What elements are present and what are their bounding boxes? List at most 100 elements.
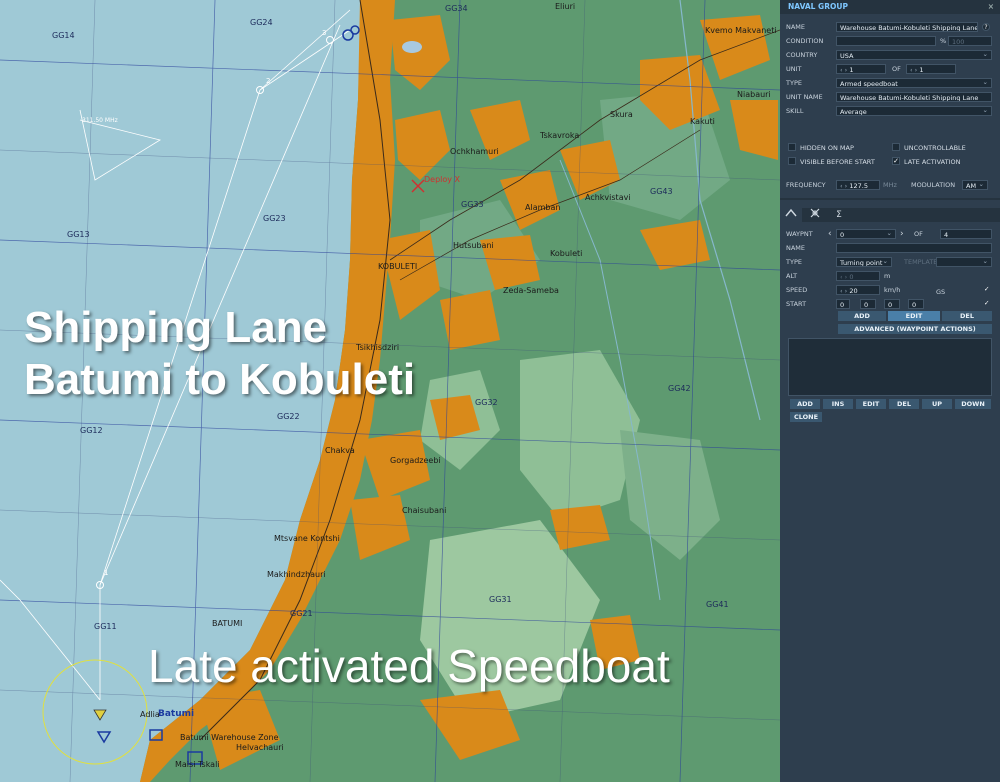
start-lock-checkbox[interactable]: ✓: [984, 299, 989, 307]
frequency-input[interactable]: ‹ › 127.5: [836, 180, 880, 190]
grid-label: GG32: [475, 398, 498, 407]
unit-total-stepper[interactable]: ‹ › 1: [906, 64, 956, 74]
deploy-marker-label[interactable]: Deploy X: [424, 175, 460, 184]
list-clone-button[interactable]: CLONE: [790, 412, 822, 422]
waypoint-number[interactable]: 3: [322, 29, 326, 37]
condition-input[interactable]: 100: [948, 36, 992, 46]
wp-add-button[interactable]: ADD: [838, 311, 886, 321]
list-edit-button[interactable]: EDIT: [856, 399, 886, 409]
town-label: Kobuleti: [550, 249, 583, 258]
start-second-input[interactable]: 0: [908, 299, 924, 309]
town-label: BATUMI: [212, 619, 243, 628]
unit-name-input[interactable]: Warehouse Batumi-Kobuleti Shipping Lane: [836, 92, 992, 102]
town-label: Batumi Warehouse Zone: [180, 733, 279, 742]
waypoint-number[interactable]: 2: [266, 77, 270, 85]
alt-value: 0: [849, 273, 854, 281]
town-label: Niabauri: [737, 90, 771, 99]
country-select[interactable]: USA: [836, 50, 992, 60]
tab-summary[interactable]: Σ: [828, 208, 850, 222]
wp-del-button[interactable]: DEL: [942, 311, 992, 321]
grid-label: GG34: [445, 4, 468, 13]
grid-label: GG31: [489, 595, 512, 604]
unit-total-value: 1: [919, 66, 924, 74]
hidden-on-map-label: HIDDEN ON MAP: [800, 144, 854, 152]
alt-input[interactable]: ‹ › 0: [836, 271, 880, 281]
divider: [780, 198, 1000, 200]
grid-label: GG21: [290, 609, 313, 618]
list-ins-button[interactable]: INS: [823, 399, 853, 409]
town-label: Tskavroka: [540, 131, 580, 140]
town-label: Ochkhamuri: [450, 147, 499, 156]
town-label: Hutsubani: [453, 241, 494, 250]
wp-type-select[interactable]: Turning point: [836, 257, 892, 267]
type-label: TYPE: [786, 79, 802, 87]
list-up-button[interactable]: UP: [922, 399, 952, 409]
frequency-value: 127.5: [849, 182, 868, 190]
town-label: Skura: [610, 110, 633, 119]
gs-label: GS: [936, 288, 946, 296]
modulation-label: MODULATION: [911, 181, 956, 189]
town-label: Zeda-Sameba: [503, 286, 559, 295]
country-label: COUNTRY: [786, 51, 818, 59]
speed-input[interactable]: ‹ › 20: [836, 285, 880, 295]
overlay-title-line1: Shipping Lane: [24, 303, 328, 352]
overlay-title-line2: Batumi to Kobuleti: [24, 355, 416, 404]
next-waypoint-icon[interactable]: ›: [900, 229, 904, 239]
uncontrollable-label: UNCONTROLLABLE: [904, 144, 966, 152]
template-select[interactable]: [936, 257, 992, 267]
speed-lock-checkbox[interactable]: ✓: [984, 285, 989, 293]
unit-type-select[interactable]: Armed speedboat: [836, 78, 992, 88]
town-label: Maisi Tskali: [175, 760, 220, 769]
late-activation-label: LATE ACTIVATION: [904, 158, 961, 166]
group-name-input[interactable]: Warehouse Batumi-Kobuleti Shipping Lane: [836, 22, 978, 32]
waypoint-select[interactable]: 0: [836, 229, 896, 239]
wp-edit-button[interactable]: EDIT: [888, 311, 940, 321]
wp-name-input[interactable]: [836, 243, 992, 253]
town-label: Chaisubani: [402, 506, 447, 515]
tab-route[interactable]: [780, 208, 802, 222]
hidden-on-map-checkbox[interactable]: [788, 143, 796, 151]
start-label: START: [786, 300, 807, 308]
unit-stepper[interactable]: ‹ › 1: [836, 64, 886, 74]
advanced-waypoint-actions-button[interactable]: ADVANCED (WAYPOINT ACTIONS): [838, 324, 992, 334]
waypoint-total: 4: [940, 229, 992, 239]
skill-select[interactable]: Average: [836, 106, 992, 116]
town-label: Kvemo Makvaneti: [705, 26, 777, 35]
condition-percent-label: %: [940, 37, 947, 45]
list-down-button[interactable]: DOWN: [955, 399, 991, 409]
prev-waypoint-icon[interactable]: ‹: [828, 229, 832, 239]
start-day-input[interactable]: 0: [836, 299, 850, 309]
start-hour-input[interactable]: 0: [860, 299, 876, 309]
panel-tabs: Σ: [780, 208, 1000, 222]
frequency-map-label: 311.50 MHz: [82, 117, 118, 124]
close-icon[interactable]: ×: [988, 0, 994, 14]
modulation-select[interactable]: AM: [962, 180, 988, 190]
late-activation-checkbox[interactable]: ✓: [892, 157, 900, 165]
help-icon[interactable]: ?: [982, 23, 990, 31]
speed-value: 20: [849, 287, 858, 295]
list-add-button[interactable]: ADD: [790, 399, 820, 409]
town-label: Adlia: [140, 710, 160, 719]
template-label: TEMPLATE: [904, 258, 938, 266]
overlay-caption: Late activated Speedboat: [148, 640, 670, 692]
grid-label: GG12: [80, 426, 103, 435]
unit-name-label: UNIT NAME: [786, 93, 823, 101]
route-icon: [785, 208, 797, 217]
naval-group-panel: NAVAL GROUP × NAME Warehouse Batumi-Kobu…: [780, 0, 1000, 782]
waypoint-number[interactable]: 1: [104, 569, 108, 577]
wp-type-label: TYPE: [786, 258, 802, 266]
waypoint-of-label: OF: [914, 230, 923, 238]
condition-label: CONDITION: [786, 37, 824, 45]
mission-map[interactable]: GG14 GG24 GG34 GG13 GG23 GG33 GG43 GG12 …: [0, 0, 780, 782]
actions-list[interactable]: [788, 338, 992, 396]
uncontrollable-checkbox[interactable]: [892, 143, 900, 151]
alt-unit: m: [884, 272, 891, 280]
start-minute-input[interactable]: 0: [884, 299, 900, 309]
grid-label: GG14: [52, 31, 75, 40]
targets-icon: [810, 208, 820, 218]
condition-slider[interactable]: [836, 36, 936, 46]
tab-targets[interactable]: [804, 208, 826, 222]
grid-label: GG43: [650, 187, 673, 196]
visible-before-start-checkbox[interactable]: [788, 157, 796, 165]
list-del-button[interactable]: DEL: [889, 399, 919, 409]
